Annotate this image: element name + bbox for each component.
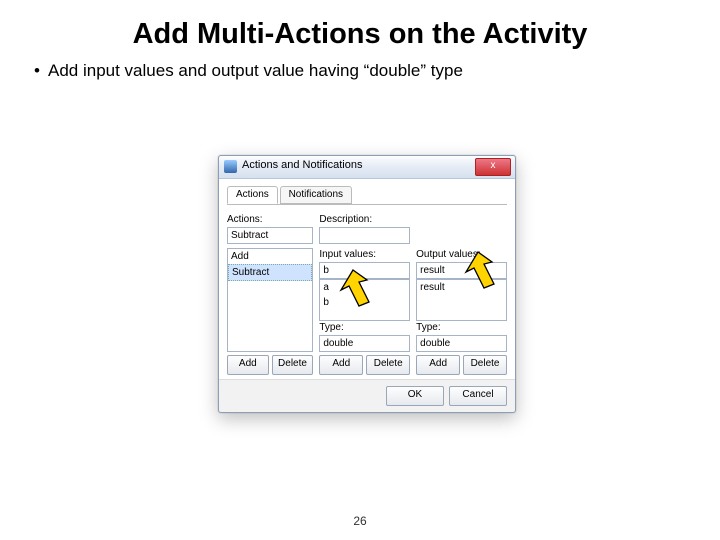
app-icon [224,160,237,173]
input-delete-button[interactable]: Delete [366,355,410,375]
output-values-label: Output values: [416,249,507,260]
input-type-label: Type: [319,322,410,333]
actions-delete-button[interactable]: Delete [272,355,314,375]
cancel-button[interactable]: Cancel [449,386,507,406]
input-type-select[interactable]: double [319,335,410,352]
description-label: Description: [319,214,410,225]
close-button[interactable]: x [475,158,511,176]
input-value-input[interactable]: b [319,262,410,279]
input-add-button[interactable]: Add [319,355,363,375]
output-type-label: Type: [416,322,507,333]
input-values-label: Input values: [319,249,410,260]
output-delete-button[interactable]: Delete [463,355,507,375]
actions-add-button[interactable]: Add [227,355,269,375]
slide-title: Add Multi-Actions on the Activity [0,0,720,57]
actions-dialog: Actions and Notifications x Actions Noti… [218,155,516,413]
ok-button[interactable]: OK [386,386,444,406]
bullet-text: Add input values and output value having… [48,61,463,80]
output-type-select[interactable]: double [416,335,507,352]
page-number: 26 [0,514,720,528]
action-name-input[interactable]: Subtract [227,227,313,244]
dialog-title: Actions and Notifications [242,159,362,171]
tab-strip: Actions Notifications [227,185,507,205]
tab-actions[interactable]: Actions [227,186,278,204]
actions-list[interactable]: Add Subtract [227,248,313,352]
list-item[interactable]: result [417,280,506,295]
output-add-button[interactable]: Add [416,355,460,375]
dialog-titlebar[interactable]: Actions and Notifications x [219,156,515,179]
list-item[interactable]: Subtract [228,264,312,281]
actions-label: Actions: [227,214,313,225]
list-item[interactable]: Add [228,249,312,264]
list-item[interactable]: b [320,295,409,310]
description-input[interactable] [319,227,410,244]
output-values-list[interactable]: result [416,279,507,321]
list-item[interactable]: a [320,280,409,295]
input-values-list[interactable]: a b [319,279,410,321]
tab-notifications[interactable]: Notifications [280,186,352,204]
bullet-line: •Add input values and output value havin… [0,57,720,81]
output-value-input[interactable]: result [416,262,507,279]
